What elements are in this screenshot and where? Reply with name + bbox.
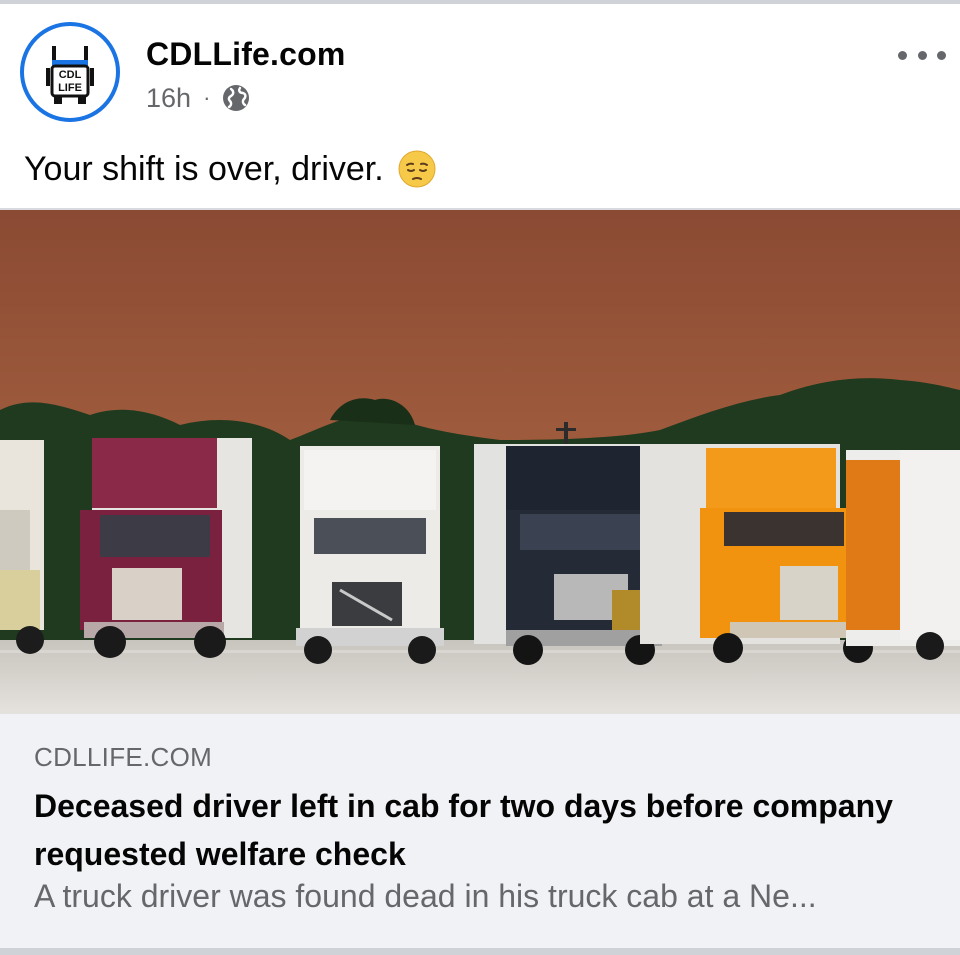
link-preview-image[interactable] bbox=[0, 210, 960, 714]
globe-icon[interactable] bbox=[222, 84, 250, 112]
meta-separator: · bbox=[203, 85, 211, 110]
post-timestamp[interactable]: 16h bbox=[146, 83, 191, 114]
parked-trucks-photo bbox=[0, 210, 960, 714]
post-header: CDL LIFE CDLLife.com 16h · bbox=[0, 4, 960, 140]
link-description: A truck driver was found dead in his tru… bbox=[34, 878, 817, 914]
more-dot bbox=[898, 50, 907, 60]
page-avatar[interactable]: CDL LIFE bbox=[20, 22, 120, 122]
link-preview-card[interactable]: CDLLIFE.COM Deceased driver left in cab … bbox=[0, 714, 960, 948]
link-domain: CDLLIFE.COM bbox=[34, 742, 213, 772]
bottom-divider bbox=[0, 948, 960, 955]
post-caption: Your shift is over, driver. bbox=[24, 144, 436, 194]
more-options-icon[interactable] bbox=[898, 40, 946, 70]
pensive-face-icon bbox=[398, 150, 436, 188]
post-meta: 16h · bbox=[146, 82, 250, 114]
page-name-link[interactable]: CDLLife.com bbox=[146, 36, 346, 73]
more-dot bbox=[937, 50, 946, 60]
caption-text: Your shift is over, driver. bbox=[24, 149, 384, 188]
facebook-post: CDL LIFE CDLLife.com 16h · Your shift is… bbox=[0, 0, 960, 955]
svg-text:LIFE: LIFE bbox=[58, 82, 82, 94]
more-dot bbox=[917, 50, 927, 60]
cdl-life-logo-icon: CDL LIFE bbox=[46, 46, 94, 104]
link-title[interactable]: Deceased driver left in cab for two days… bbox=[34, 782, 934, 878]
svg-text:CDL: CDL bbox=[59, 69, 82, 81]
